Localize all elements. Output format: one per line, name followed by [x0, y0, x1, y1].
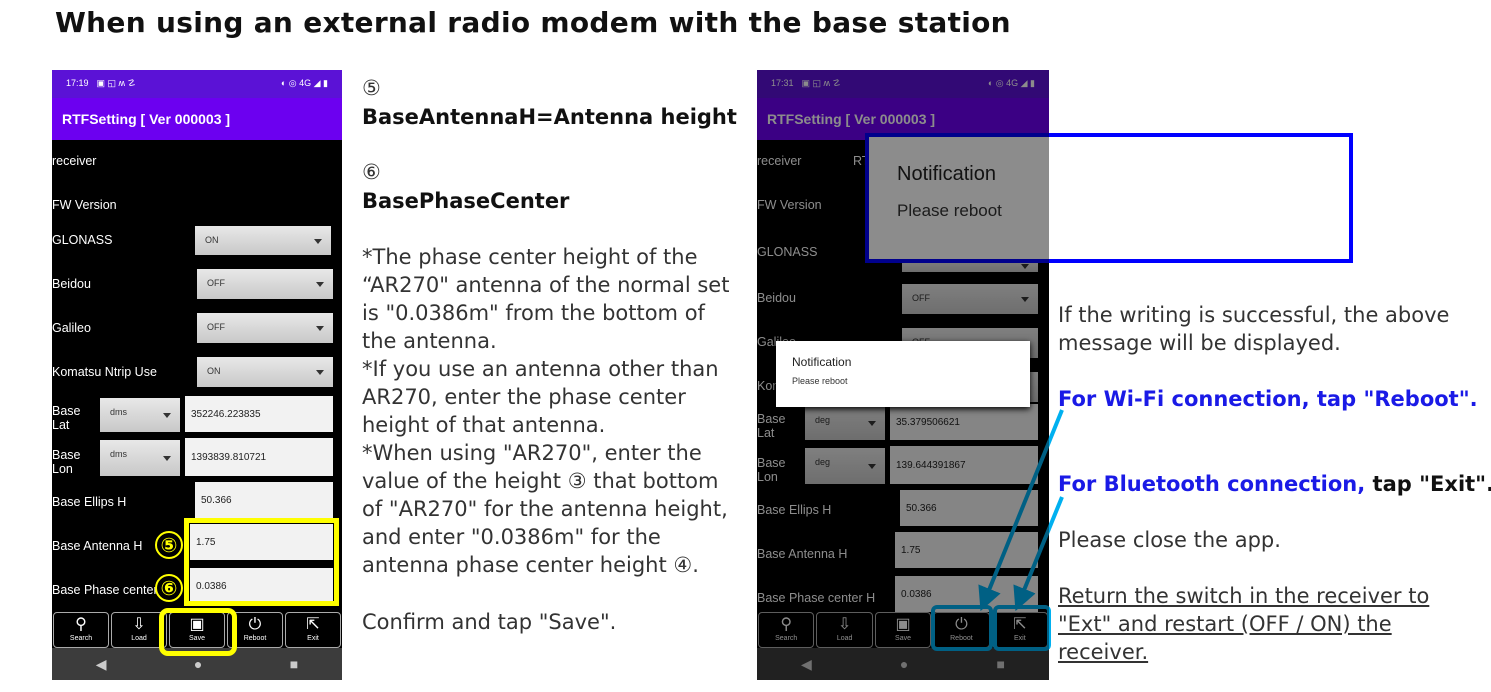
success-text: If the writing is successful, the above …: [1058, 303, 1450, 355]
dialog-title: Notification: [792, 355, 852, 369]
arrow-to-exit: [1013, 496, 1064, 612]
wifi-instruction: For Wi-Fi connection, tap "Reboot".: [1058, 387, 1478, 411]
bluetooth-instruction: For Bluetooth connection, tap "Exit".: [1058, 472, 1491, 496]
arrow-to-reboot: [978, 409, 1064, 612]
notification-dialog: Notification Please reboot: [776, 341, 1030, 407]
close-app-instruction: Please close the app.: [1058, 528, 1281, 552]
return-switch-instruction: Return the switch in the receiver to "Ex…: [1058, 584, 1430, 664]
dialog-message: Please reboot: [792, 376, 848, 386]
